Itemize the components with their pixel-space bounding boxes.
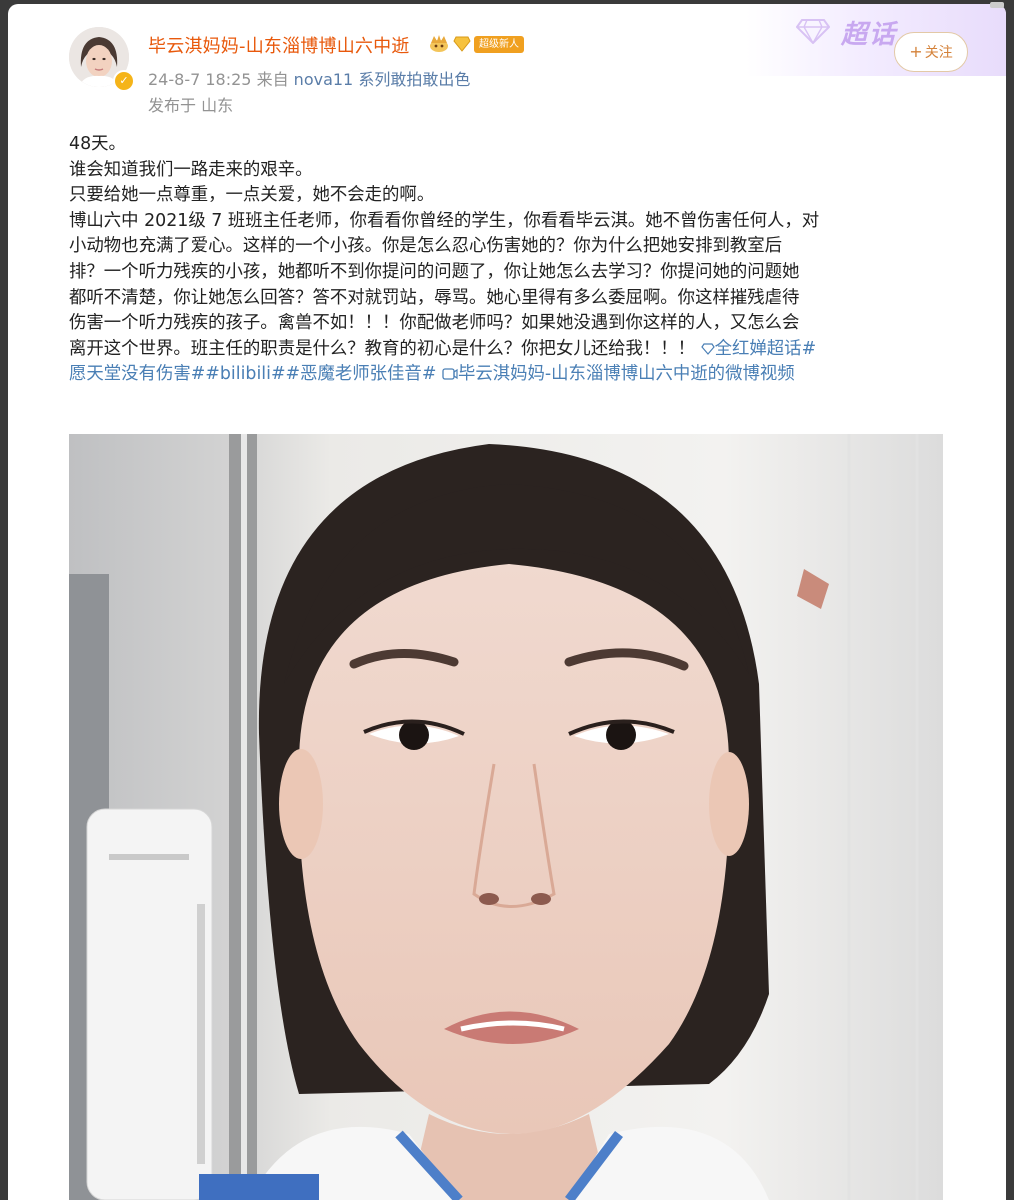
super-topic-banner[interactable]: 超话	[746, 4, 1006, 76]
post-date: 24-8-7 18:25	[148, 70, 252, 89]
post-line-tags: 愿天堂没有伤害##bilibili##恶魔老师张佳音# 毕云淇妈妈-山东淄博博山…	[69, 362, 949, 388]
source-prefix: 来自	[256, 70, 289, 89]
video-link[interactable]: 毕云淇妈妈-山东淄博博山六中逝的微博视频	[442, 364, 795, 384]
video-thumbnail	[69, 434, 943, 1200]
post-line: 博山六中 2021级 7 班班主任老师，你看看你曾经的学生，你看看毕云淇。她不曾…	[69, 210, 820, 231]
follow-button[interactable]: + 关注	[894, 32, 968, 72]
super-topic-tag: 全红婵超话#	[714, 338, 817, 359]
post-source[interactable]: nova11 系列敢拍敢出色	[294, 70, 471, 89]
post-line: 排？一个听力残疾的小孩，她都听不到你提问的问题了，你让她怎么去学习？你提问她的问…	[69, 261, 800, 282]
window-edge	[990, 2, 1004, 8]
user-badges: 超级新人	[428, 34, 524, 54]
crown-icon	[430, 35, 448, 52]
post-line: 小动物也充满了爱心。这样的一个小孩。你是怎么忍心伤害她的？你为什么把她安排到教室…	[69, 236, 783, 257]
diamond-icon	[453, 36, 471, 52]
diamond-icon	[796, 19, 830, 44]
weibo-post-card: 超话 ✓ 毕云淇妈妈-山东淄博博山六中逝 超级新人 24-8-7 18:25 来…	[8, 4, 1006, 1200]
video-player[interactable]	[69, 434, 943, 1200]
verified-badge-icon: ✓	[113, 70, 135, 92]
video-link-label: 毕云淇妈妈-山东淄博博山六中逝的微博视频	[457, 364, 795, 385]
follow-label: 关注	[924, 45, 953, 61]
super-topic-label: 超话	[841, 20, 898, 50]
post-line: 离开这个世界。班主任的职责是什么？教育的初心是什么？你把女儿还给我！！！	[69, 338, 696, 359]
video-icon	[442, 368, 458, 380]
post-line: 伤害一个听力残疾的孩子。禽兽不如！！！你配做老师吗？如果她没遇到你这样的人，又怎…	[69, 313, 800, 334]
diamond-icon	[700, 343, 715, 355]
super-topic-link[interactable]: 全红婵超话#	[700, 338, 817, 359]
post-location: 发布于 山东	[148, 96, 234, 115]
post-body: 48天。 谁会知道我们一路走来的艰辛。 只要给她一点尊重，一点关爱，她不会走的啊…	[69, 132, 949, 388]
post-line: 都听不清楚，你让她怎么回答？答不对就罚站，辱骂。她心里得有多么委屈啊。你这样摧残…	[69, 287, 800, 308]
post-line: 谁会知道我们一路走来的艰辛。	[69, 159, 313, 180]
super-newbie-badge: 超级新人	[474, 35, 524, 53]
hashtag-links[interactable]: 愿天堂没有伤害##bilibili##恶魔老师张佳音#	[69, 364, 436, 384]
post-line-with-tag: 离开这个世界。班主任的职责是什么？教育的初心是什么？你把女儿还给我！！！ 全红婵…	[69, 337, 949, 363]
post-line: 只要给她一点尊重，一点关爱，她不会走的啊。	[69, 185, 435, 206]
username[interactable]: 毕云淇妈妈-山东淄博博山六中逝	[148, 32, 410, 58]
post-meta: 24-8-7 18:25 来自 nova11 系列敢拍敢出色	[148, 66, 470, 90]
plus-icon: +	[909, 42, 923, 61]
post-line: 48天。	[69, 134, 126, 154]
